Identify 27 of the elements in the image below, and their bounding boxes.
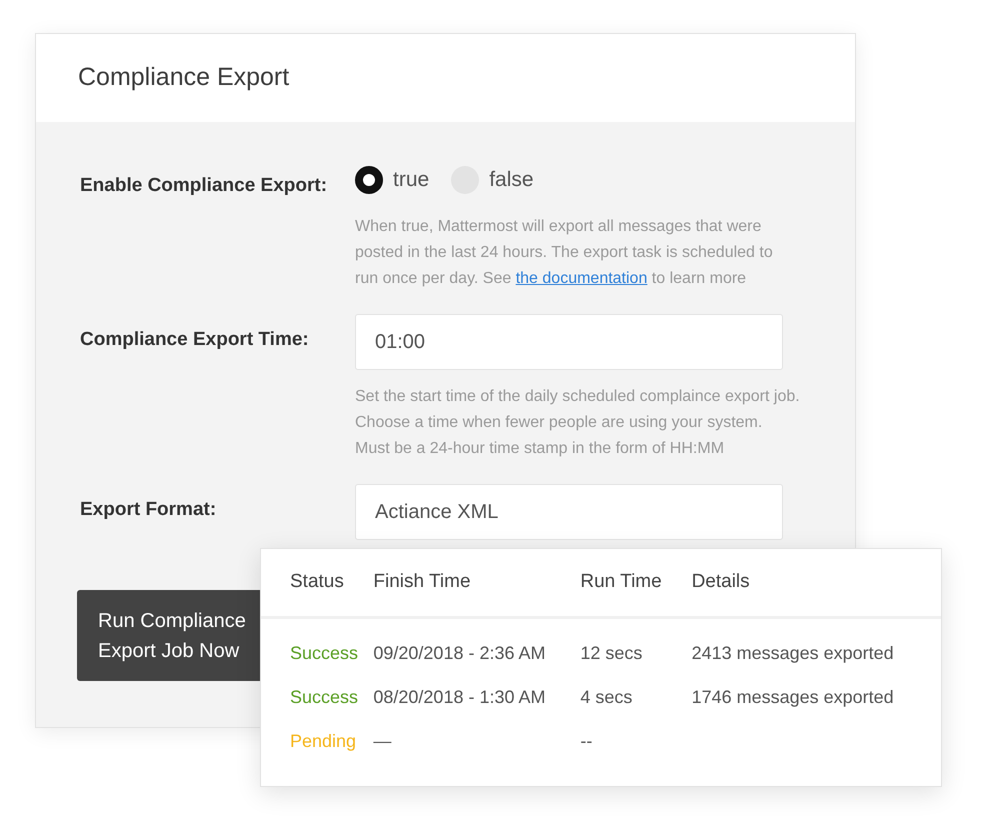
run-time-cell: -- [580,731,592,751]
documentation-link[interactable]: the documentation [516,270,648,287]
text-field[interactable]: 01:00 [355,314,783,370]
run-time-cell: 12 secs [580,643,642,663]
help-text: When true, Mattermost will export all messages that were posted in the last 24 hours. The export task is scheduled to run once per day. See the documentation to learn more [355,217,774,289]
status-text: Pending [290,731,356,751]
details-cell: 1746 messages exported [692,687,894,707]
finish-time-cell: — [373,731,392,751]
radio-option[interactable]: false [451,164,534,196]
status-text: Success [290,687,358,707]
setting-label: Compliance Export Time: [80,329,309,350]
help-text: Set the start time of the daily scheduled complaince export job. Choose a time when fewer people are using your system. Must be a 24-hour time stamp in the form of HH:MM [355,387,800,459]
finish-time-cell: 08/20/2018 - 1:30 AM [373,687,546,707]
column-header: Run Time [580,571,662,592]
text-field[interactable]: Actiance XML [355,484,783,540]
status-text: Success [290,643,358,663]
run-time-cell: 4 secs [580,687,632,707]
radio-option[interactable]: true [355,164,430,196]
finish-time-cell: 09/20/2018 - 2:36 AM [373,643,546,663]
setting-label: Export Format: [80,499,216,520]
column-header: Details [692,571,750,592]
panel-title: Compliance Export [78,62,290,94]
run-job-button[interactable]: Run Compliance Export Job Now [77,590,260,681]
setting-label: Enable Compliance Export: [80,175,328,196]
details-cell: 2413 messages exported [692,643,894,663]
column-header: Finish Time [373,571,471,592]
column-header: Status [290,571,344,592]
